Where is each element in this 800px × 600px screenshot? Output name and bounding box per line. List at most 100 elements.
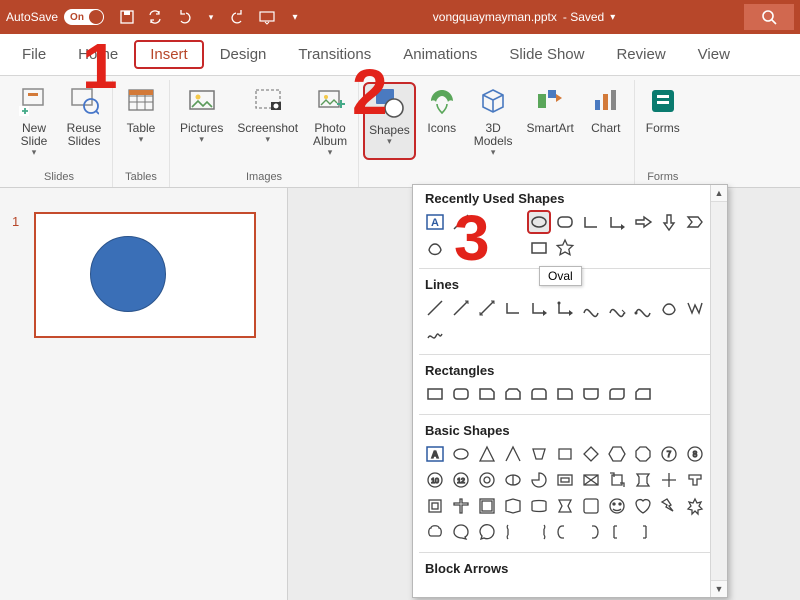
autosave-toggle[interactable]: AutoSave On [6,9,104,25]
tab-design[interactable]: Design [204,40,283,69]
basic-shape-0-icon[interactable]: A [423,442,447,466]
scrollbar[interactable]: ▲ ▼ [710,185,727,597]
basic-shape-3-icon[interactable] [501,442,525,466]
basic-shape-33-icon[interactable] [423,520,447,544]
basic-shape-2-icon[interactable] [475,442,499,466]
elbow1-icon[interactable] [501,296,525,320]
textbox-icon[interactable]: A [423,210,447,234]
3d-models-button[interactable]: 3D Models ▾ [468,82,519,160]
basic-shape-1-icon[interactable] [449,442,473,466]
basic-shape-41-icon[interactable] [631,520,655,544]
search-button[interactable] [744,4,794,30]
line3-icon[interactable] [475,296,499,320]
scroll-down-icon[interactable]: ▼ [711,580,727,597]
basic-shape-11-icon[interactable]: 10 [423,468,447,492]
rect4-icon[interactable] [501,382,525,406]
basic-shape-6-icon[interactable] [579,442,603,466]
tab-view[interactable]: View [682,40,746,69]
rect6-icon[interactable] [553,382,577,406]
shapes-button[interactable]: Shapes ▾ [363,82,416,160]
photo-album-button[interactable]: Photo Album ▾ [306,82,354,160]
line2-icon[interactable] [449,296,473,320]
basic-shape-7-icon[interactable] [605,442,629,466]
basic-shape-25-icon[interactable] [501,494,525,518]
line1-icon[interactable] [423,296,447,320]
basic-shape-21-icon[interactable] [683,468,707,492]
chart-button[interactable]: Chart [582,82,630,160]
basic-shape-38-icon[interactable] [553,520,577,544]
freeform3-icon[interactable] [683,296,707,320]
rect5-icon[interactable] [527,382,551,406]
basic-shape-37-icon[interactable] [527,520,551,544]
slide-thumbnails-pane[interactable]: 1 [0,188,288,600]
elbow-arrow-icon[interactable] [605,210,629,234]
basic-shape-10-icon[interactable]: 8 [683,442,707,466]
from-beginning-icon[interactable] [258,8,276,26]
save-icon[interactable] [118,8,136,26]
basic-shape-27-icon[interactable] [553,494,577,518]
basic-shape-15-icon[interactable] [527,468,551,492]
redo-icon[interactable] [230,8,248,26]
undo-icon[interactable] [174,8,192,26]
basic-shape-12-icon[interactable]: 12 [449,468,473,492]
basic-shape-24-icon[interactable] [475,494,499,518]
basic-shape-5-icon[interactable] [553,442,577,466]
star-icon[interactable] [553,236,577,260]
tab-review[interactable]: Review [600,40,681,69]
rect8-icon[interactable] [605,382,629,406]
basic-shape-4-icon[interactable] [527,442,551,466]
curve2-icon[interactable] [605,296,629,320]
basic-shape-26-icon[interactable] [527,494,551,518]
toggle-switch[interactable]: On [64,9,104,25]
tab-home[interactable]: Home [62,40,134,69]
elbow-connector-icon[interactable] [579,210,603,234]
chevron-shape-icon[interactable] [683,210,707,234]
rect9-icon[interactable] [631,382,655,406]
basic-shape-34-icon[interactable] [449,520,473,544]
basic-shape-13-icon[interactable] [475,468,499,492]
scroll-up-icon[interactable]: ▲ [711,185,727,202]
basic-shape-32-icon[interactable] [683,494,707,518]
basic-shape-20-icon[interactable] [657,468,681,492]
slide-preview[interactable] [34,212,256,338]
tab-slideshow[interactable]: Slide Show [493,40,600,69]
basic-shape-14-icon[interactable] [501,468,525,492]
basic-shape-18-icon[interactable] [605,468,629,492]
basic-shape-23-icon[interactable] [449,494,473,518]
basic-shape-19-icon[interactable] [631,468,655,492]
basic-shape-40-icon[interactable] [605,520,629,544]
sync-icon[interactable] [146,8,164,26]
oval-shape-icon[interactable] [527,210,551,234]
rect-icon[interactable] [527,236,551,260]
tab-insert[interactable]: Insert [134,40,204,69]
elbow3-icon[interactable] [553,296,577,320]
reuse-slides-button[interactable]: Reuse Slides [60,82,108,160]
basic-shape-16-icon[interactable] [553,468,577,492]
forms-button[interactable]: Forms [639,82,687,137]
line-icon[interactable] [449,210,473,234]
table-button[interactable]: Table ▾ [117,82,165,147]
basic-shape-9-icon[interactable]: 7 [657,442,681,466]
basic-shape-30-icon[interactable] [631,494,655,518]
scribble-icon[interactable] [423,322,447,346]
elbow2-icon[interactable] [527,296,551,320]
curve3-icon[interactable] [631,296,655,320]
basic-shape-29-icon[interactable] [605,494,629,518]
qat-more-icon[interactable]: ▾ [286,8,304,26]
curve1-icon[interactable] [579,296,603,320]
document-title[interactable]: vongquaymayman.pptx - Saved ▾ [310,10,738,24]
slide-thumbnail[interactable]: 1 [20,212,267,338]
basic-shape-28-icon[interactable] [579,494,603,518]
smartart-button[interactable]: SmartArt [520,82,579,160]
rect1-icon[interactable] [423,382,447,406]
pictures-button[interactable]: Pictures ▾ [174,82,229,160]
down-arrow-shape-icon[interactable] [657,210,681,234]
right-arrow-shape-icon[interactable] [631,210,655,234]
rect2-icon[interactable] [449,382,473,406]
tab-transitions[interactable]: Transitions [282,40,387,69]
basic-shape-39-icon[interactable] [579,520,603,544]
new-slide-button[interactable]: New Slide ▾ [10,82,58,160]
tab-file[interactable]: File [6,40,62,69]
basic-shape-35-icon[interactable] [475,520,499,544]
icons-button[interactable]: Icons [418,82,466,160]
